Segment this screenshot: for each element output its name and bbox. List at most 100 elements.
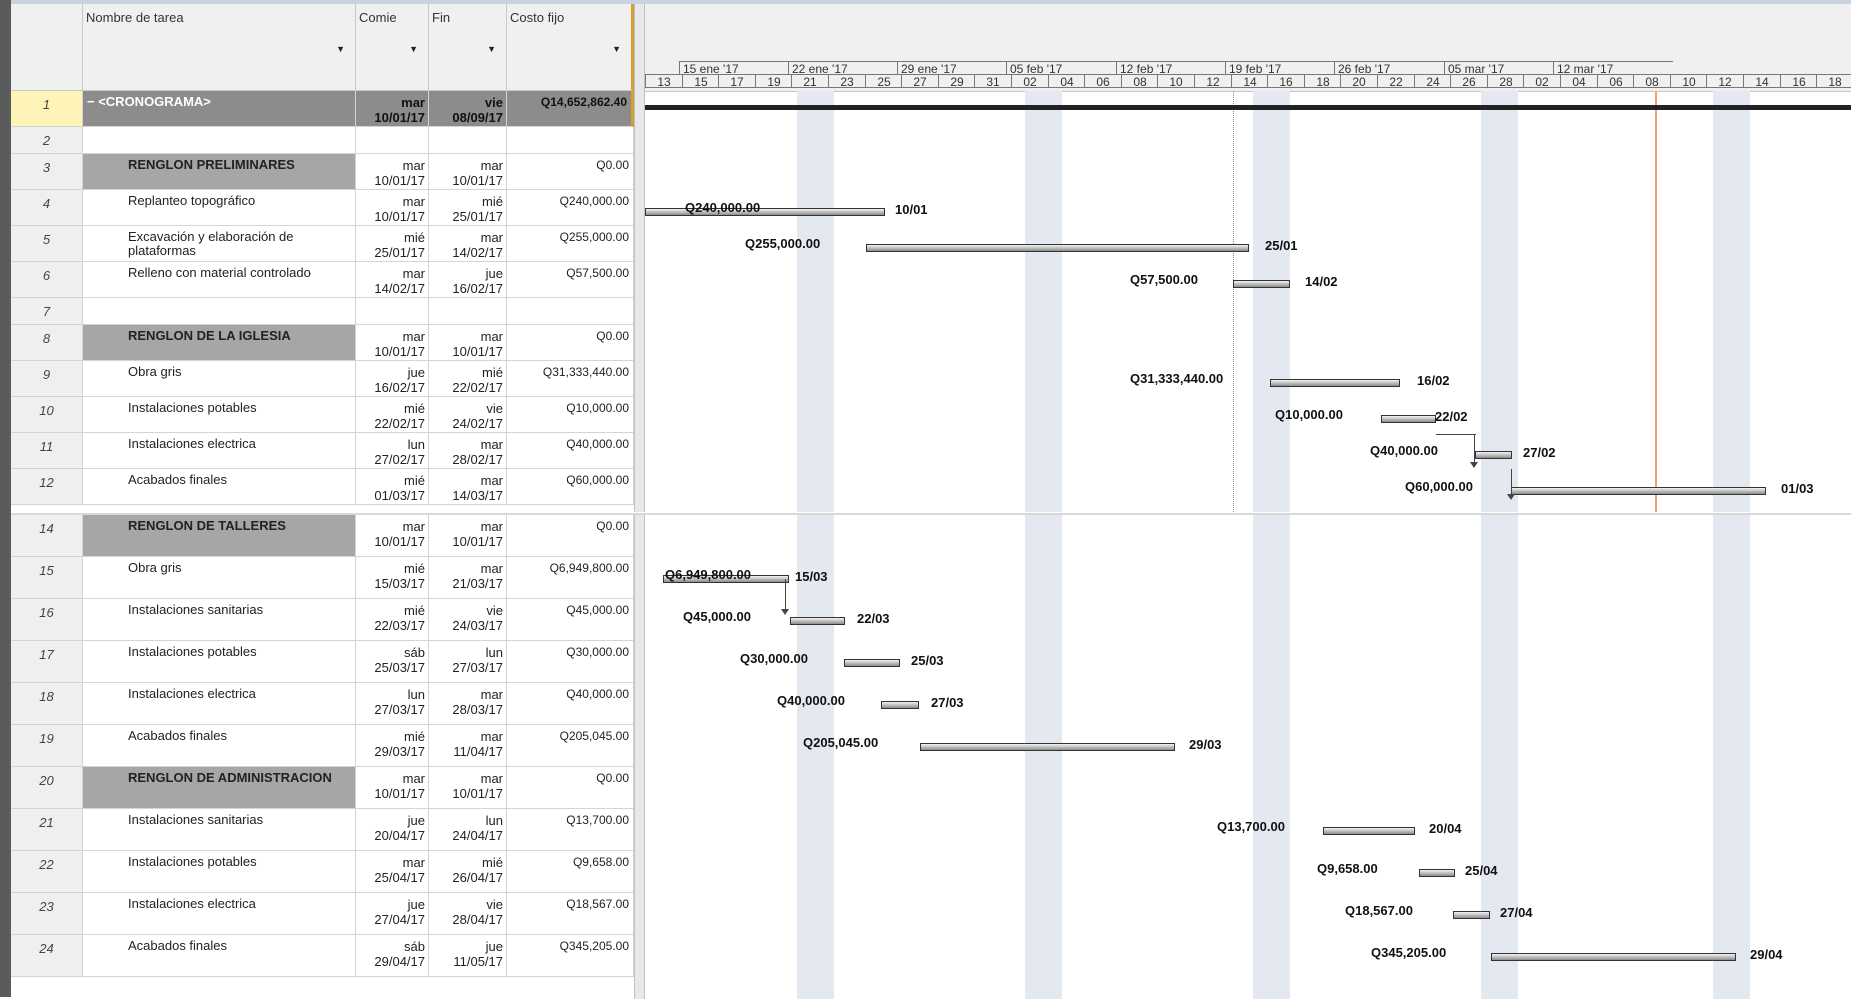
- task-name[interactable]: Instalaciones potables: [83, 641, 356, 683]
- column-header-name[interactable]: Nombre de tarea ▼: [83, 4, 356, 91]
- task-name[interactable]: Acabados finales: [83, 469, 356, 505]
- task-end[interactable]: mar 10/01/17: [429, 515, 507, 557]
- task-bar[interactable]: [1475, 451, 1512, 459]
- column-header-end[interactable]: Fin ▼: [429, 4, 507, 91]
- task-name[interactable]: Instalaciones sanitarias: [83, 599, 356, 641]
- task-start[interactable]: jue 27/04/17: [356, 893, 429, 935]
- row-id[interactable]: 3: [11, 154, 83, 190]
- task-start[interactable]: jue 20/04/17: [356, 809, 429, 851]
- task-cost[interactable]: Q57,500.00: [507, 262, 634, 298]
- timescale-day[interactable]: 18: [1304, 74, 1341, 89]
- table-row[interactable]: 4 Replanteo topográfico mar 10/01/17 mié 25/0…: [11, 190, 634, 226]
- row-id[interactable]: 7: [11, 298, 83, 325]
- timescale-week[interactable]: 12 feb '17: [1116, 61, 1225, 74]
- task-end[interactable]: mar 21/03/17: [429, 557, 507, 599]
- row-id[interactable]: 10: [11, 397, 83, 433]
- timescale-day[interactable]: 31: [974, 74, 1011, 89]
- timescale-week[interactable]: 12 mar '17: [1553, 61, 1673, 74]
- task-end[interactable]: [429, 127, 507, 154]
- filter-dropdown-icon[interactable]: ▼: [409, 44, 418, 54]
- task-end[interactable]: vie 28/04/17: [429, 893, 507, 935]
- timescale-day[interactable]: 04: [1560, 74, 1597, 89]
- task-end[interactable]: [429, 298, 507, 325]
- timescale-day[interactable]: 12: [1706, 74, 1743, 89]
- column-header-start[interactable]: Comie ▼: [356, 4, 429, 91]
- table-row[interactable]: 3 RENGLON PRELIMINARES mar 10/01/17 mar 10/01…: [11, 154, 634, 190]
- task-name[interactable]: Instalaciones sanitarias: [83, 809, 356, 851]
- task-cost[interactable]: Q205,045.00: [507, 725, 634, 767]
- row-id[interactable]: 19: [11, 725, 83, 767]
- timescale-week[interactable]: 15 ene '17: [679, 61, 788, 74]
- task-cost[interactable]: Q31,333,440.00: [507, 361, 634, 397]
- row-id[interactable]: 8: [11, 325, 83, 361]
- view-bar[interactable]: [0, 0, 11, 997]
- task-end[interactable]: mié 26/04/17: [429, 851, 507, 893]
- timescale-week[interactable]: 05 feb '17: [1006, 61, 1116, 74]
- task-name[interactable]: Obra gris: [83, 361, 356, 397]
- task-end[interactable]: mié 22/02/17: [429, 361, 507, 397]
- timescale-week[interactable]: 26 feb '17: [1334, 61, 1444, 74]
- timescale-day[interactable]: 20: [1340, 74, 1377, 89]
- task-start[interactable]: mar 14/02/17: [356, 262, 429, 298]
- task-cost[interactable]: Q0.00: [507, 154, 634, 190]
- task-cost[interactable]: Q45,000.00: [507, 599, 634, 641]
- task-end[interactable]: mar 11/04/17: [429, 725, 507, 767]
- task-start[interactable]: mié 25/01/17: [356, 226, 429, 262]
- timescale-day[interactable]: 13: [645, 74, 682, 89]
- filter-dropdown-icon[interactable]: ▼: [612, 44, 621, 54]
- task-start[interactable]: sáb 29/04/17: [356, 935, 429, 977]
- timescale-day[interactable]: 08: [1633, 74, 1670, 89]
- timescale-day[interactable]: 08: [1121, 74, 1158, 89]
- timescale-day[interactable]: 29: [938, 74, 975, 89]
- column-header-cost[interactable]: Costo fijo ▼: [507, 4, 634, 91]
- timescale-week[interactable]: 29 ene '17: [897, 61, 1006, 74]
- summary-bar[interactable]: [645, 105, 1851, 110]
- task-name[interactable]: [83, 298, 356, 325]
- timescale-day[interactable]: 16: [1267, 74, 1304, 89]
- task-end[interactable]: mar 14/02/17: [429, 226, 507, 262]
- table-row[interactable]: 12 Acabados finales mié 01/03/17 mar 14/03/17…: [11, 469, 634, 505]
- table-row[interactable]: 15 Obra gris mié 15/03/17 mar 21/03/17 Q6,949,…: [11, 557, 634, 599]
- task-start[interactable]: mar 10/01/17: [356, 154, 429, 190]
- task-name[interactable]: RENGLON PRELIMINARES: [83, 154, 356, 190]
- row-id[interactable]: 4: [11, 190, 83, 226]
- task-name[interactable]: Instalaciones electrica: [83, 893, 356, 935]
- task-name[interactable]: − <CRONOGRAMA>: [83, 91, 356, 127]
- timescale-week[interactable]: 19 feb '17: [1225, 61, 1334, 74]
- task-start[interactable]: mar 10/01/17: [356, 325, 429, 361]
- task-bar[interactable]: [1323, 827, 1415, 835]
- task-cost[interactable]: Q0.00: [507, 325, 634, 361]
- timescale-day[interactable]: 06: [1597, 74, 1634, 89]
- row-id[interactable]: 21: [11, 809, 83, 851]
- table-row[interactable]: 24 Acabados finales sáb 29/04/17 jue 11/05/17…: [11, 935, 634, 977]
- select-all-corner[interactable]: [11, 4, 83, 91]
- timescale-day[interactable]: 19: [755, 74, 792, 89]
- task-start[interactable]: mar 10/01/17: [356, 91, 429, 127]
- timescale-day[interactable]: 24: [1414, 74, 1451, 89]
- timescale-day[interactable]: 23: [828, 74, 865, 89]
- table-row[interactable]: 2: [11, 127, 634, 154]
- timescale-day[interactable]: 17: [718, 74, 755, 89]
- task-start[interactable]: sáb 25/03/17: [356, 641, 429, 683]
- task-name[interactable]: [83, 127, 356, 154]
- task-start[interactable]: mar 10/01/17: [356, 190, 429, 226]
- task-start[interactable]: mié 15/03/17: [356, 557, 429, 599]
- task-cost[interactable]: Q30,000.00: [507, 641, 634, 683]
- task-start[interactable]: mar 10/01/17: [356, 515, 429, 557]
- table-row[interactable]: 11 Instalaciones electrica lun 27/02/17 mar 2…: [11, 433, 634, 469]
- timescale-day[interactable]: 21: [791, 74, 828, 89]
- task-bar[interactable]: [866, 244, 1249, 252]
- timescale-day[interactable]: 02: [1011, 74, 1048, 89]
- task-bar[interactable]: [881, 701, 919, 709]
- table-row[interactable]: 20 RENGLON DE ADMINISTRACION mar 10/01/17 ma…: [11, 767, 634, 809]
- table-row[interactable]: 9 Obra gris jue 16/02/17 mié 22/02/17 Q31,333,…: [11, 361, 634, 397]
- task-end[interactable]: jue 16/02/17: [429, 262, 507, 298]
- task-bar[interactable]: [1453, 911, 1490, 919]
- task-bar[interactable]: [844, 659, 900, 667]
- timescale-day[interactable]: 27: [901, 74, 938, 89]
- task-cost[interactable]: Q6,949,800.00: [507, 557, 634, 599]
- row-id[interactable]: 5: [11, 226, 83, 262]
- task-end[interactable]: lun 27/03/17: [429, 641, 507, 683]
- pane-splitter-bottom[interactable]: [634, 515, 645, 999]
- table-row[interactable]: 18 Instalaciones electrica lun 27/03/17 mar 2…: [11, 683, 634, 725]
